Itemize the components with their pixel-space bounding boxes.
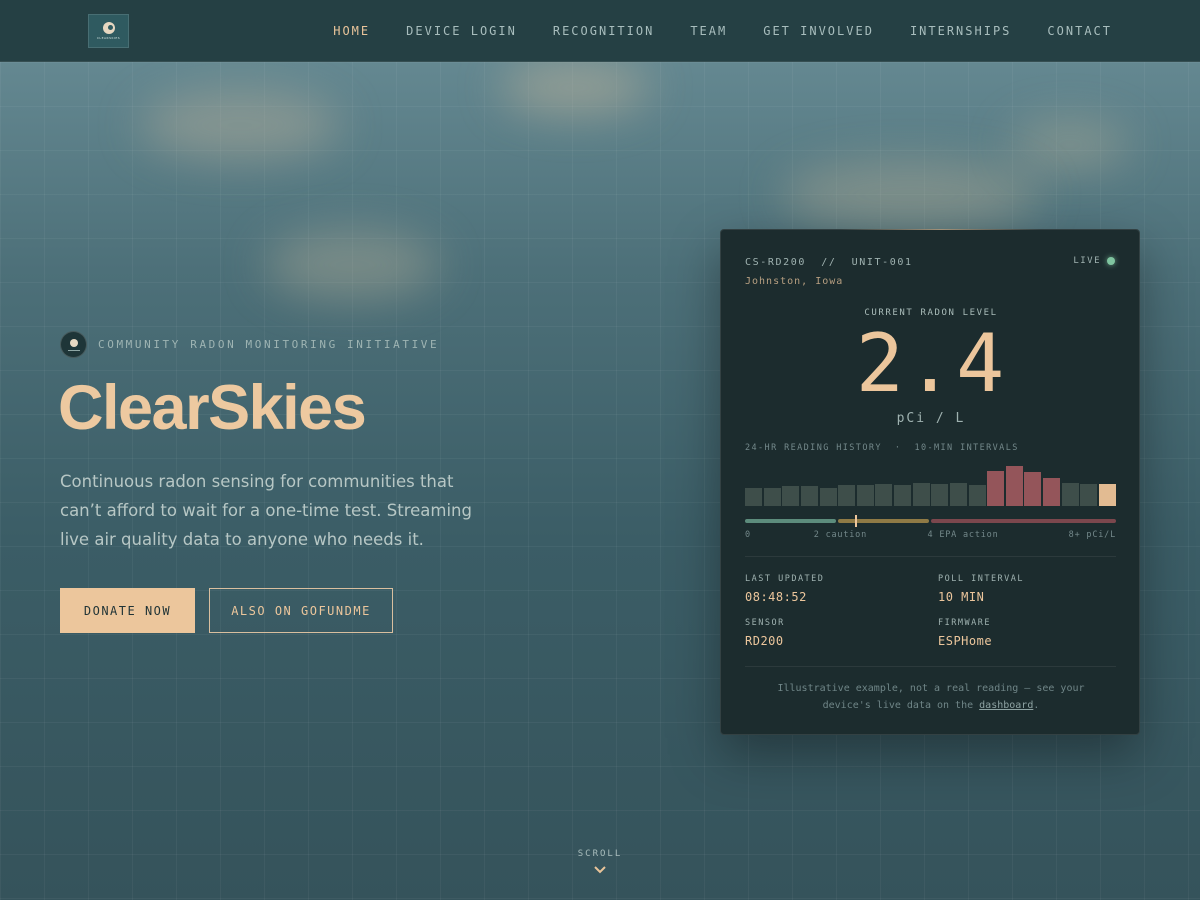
background-cloud (780, 160, 1040, 230)
nav-links: HOME DEVICE LOGIN RECOGNITION TEAM GET I… (333, 0, 1112, 62)
history-bar (856, 485, 874, 506)
poll-interval-label: POLL INTERVAL (938, 574, 1025, 584)
scale-marker (855, 515, 858, 527)
scroll-indicator[interactable]: SCROLL (0, 849, 1200, 877)
hero-eyebrow: COMMUNITY RADON MONITORING INITIATIVE (60, 331, 439, 358)
footnote-line-1: Illustrative example, not a real reading… (777, 683, 1085, 694)
scale-label-0: 0 (745, 530, 751, 540)
dashboard-link[interactable]: dashboard (979, 700, 1033, 711)
card-footnote: Illustrative example, not a real reading… (721, 680, 1141, 714)
history-bar (838, 485, 856, 506)
history-label: 24-HR READING HISTORY · 10-MIN INTERVALS (745, 443, 1019, 453)
history-bar (1043, 478, 1061, 506)
scale-label-caution: 2 caution (813, 530, 868, 540)
history-bar-chart (745, 464, 1116, 506)
sensor-label: SENSOR (745, 618, 785, 628)
nav-link-recognition[interactable]: RECOGNITION (553, 24, 654, 38)
sensor-value: RD200 (745, 634, 784, 648)
history-bar (968, 485, 986, 506)
current-reading: 2.4 (855, 317, 1007, 410)
history-bar (745, 487, 763, 506)
history-bar (1005, 466, 1023, 506)
live-label: LIVE (1073, 256, 1101, 266)
scale-label-max: 8+ pCi/L (1068, 530, 1116, 540)
last-updated-value: 08:48:52 (745, 590, 807, 604)
chevron-down-icon (594, 866, 606, 874)
history-bar (987, 470, 1005, 506)
scale-segment-safe (745, 519, 836, 523)
nav-link-contact[interactable]: CONTACT (1047, 24, 1112, 38)
nav-link-internships[interactable]: INTERNSHIPS (910, 24, 1011, 38)
device-location: Johnston, Iowa (745, 276, 844, 287)
eyebrow-text: COMMUNITY RADON MONITORING INITIATIVE (98, 338, 440, 351)
footnote-line-2: device's live data on the dashboard. (721, 697, 1141, 714)
background-cloud (1010, 120, 1130, 170)
nav-link-get-involved[interactable]: GET INVOLVED (763, 24, 874, 38)
history-bar (1080, 484, 1098, 506)
history-bar (763, 487, 781, 506)
history-bar (1061, 482, 1079, 506)
firmware-label: FIRMWARE (938, 618, 991, 628)
nav-link-home[interactable]: HOME (333, 24, 370, 38)
history-bar (912, 482, 930, 506)
hero-description: Continuous radon sensing for communities… (60, 472, 472, 549)
scale-segment-caution (837, 519, 929, 523)
logo-text: CLEARSKIES (96, 36, 121, 40)
nav-link-team[interactable]: TEAM (690, 24, 727, 38)
last-updated-label: LAST UPDATED (745, 574, 825, 584)
divider (745, 666, 1116, 667)
gofundme-button[interactable]: ALSO ON GOFUNDME (209, 588, 393, 633)
hero-title: ClearSkies (58, 373, 367, 443)
poll-interval-value: 10 MIN (938, 590, 985, 604)
radon-scale (745, 519, 1116, 523)
live-indicator: LIVE (1073, 256, 1115, 266)
scale-label-epa-action: 4 EPA action (927, 530, 999, 540)
history-bar (949, 482, 967, 506)
live-dot-icon (1107, 257, 1115, 265)
device-id: CS-RD200 // UNIT-001 (745, 257, 913, 268)
history-bar (931, 484, 949, 506)
footnote-prefix: device's live data on the (822, 700, 980, 711)
logo-icon[interactable]: CLEARSKIES (88, 14, 129, 48)
donate-button[interactable]: DONATE NOW (60, 588, 195, 633)
logo-badge-line (67, 349, 80, 351)
footnote-suffix: . (1033, 700, 1040, 711)
reading-unit: pCi / L (896, 411, 966, 426)
history-bar (894, 485, 912, 506)
nav-link-device-login[interactable]: DEVICE LOGIN (406, 24, 517, 38)
scale-segment-action (930, 519, 1116, 523)
radon-reading-card: CS-RD200 // UNIT-001 Johnston, Iowa LIVE… (720, 229, 1140, 735)
scale-labels: 0 2 caution 4 EPA action 8+ pCi/L (745, 530, 1116, 542)
background-cloud (140, 90, 340, 160)
logo-badge-dot (69, 338, 78, 347)
divider (745, 556, 1116, 557)
history-bar (800, 486, 818, 506)
logo-badge-icon (60, 331, 87, 358)
history-bar (1098, 484, 1116, 506)
history-bar (1024, 472, 1042, 506)
top-navigation: CLEARSKIES HOME DEVICE LOGIN RECOGNITION… (0, 0, 1200, 62)
background-cloud (265, 230, 440, 300)
history-bar (819, 487, 837, 506)
scroll-label: SCROLL (577, 849, 623, 859)
background-cloud (500, 60, 650, 115)
card-top-highlight (841, 229, 1041, 230)
firmware-value: ESPHome (938, 634, 993, 648)
logo-glyph (102, 22, 115, 34)
history-bar (875, 484, 893, 506)
history-bar (782, 486, 800, 506)
